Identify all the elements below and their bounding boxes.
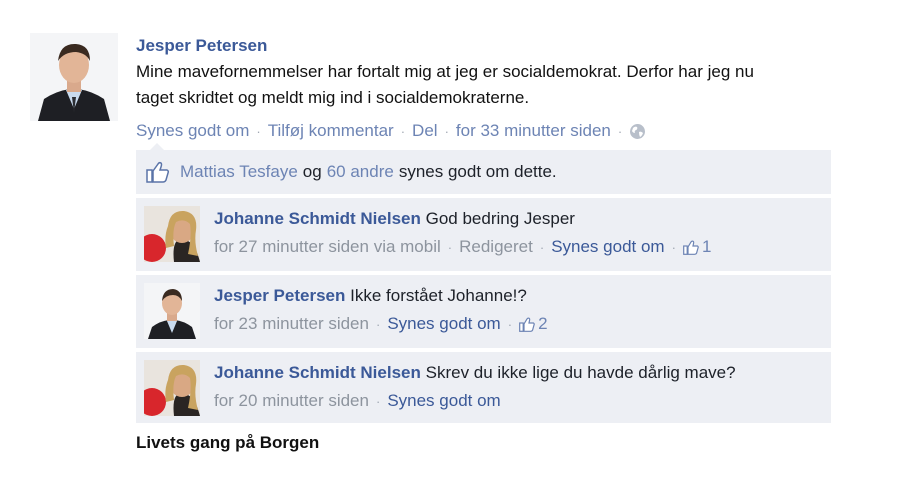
liker-name-link[interactable]: Mattias Tesfaye <box>180 162 298 182</box>
comment-author-avatar[interactable] <box>144 206 200 262</box>
like-count-number: 2 <box>538 314 548 333</box>
comment-like-count[interactable]: 1 <box>683 237 711 257</box>
thumbs-up-icon <box>519 317 535 332</box>
separator-dot: · <box>617 123 623 139</box>
comment-meta: for 27 minutter siden via mobil · Redige… <box>214 237 711 257</box>
comment-meta: for 23 minutter siden · Synes godt om · … <box>214 314 548 334</box>
comment-author-avatar[interactable] <box>144 360 200 416</box>
likes-and-text: og <box>302 162 322 181</box>
post-timestamp[interactable]: for 33 minutter siden <box>456 121 611 141</box>
comment-timestamp[interactable]: for 23 minutter siden <box>214 314 369 334</box>
post-author-avatar[interactable] <box>30 33 118 121</box>
separator-dot: · <box>539 239 545 255</box>
thumbs-up-icon <box>683 240 699 255</box>
comment-text: Jesper Petersen Ikke forstået Johanne!? <box>214 285 527 307</box>
post-actions: Synes godt om · Tilføj kommentar · Del ·… <box>136 119 856 143</box>
separator-dot: · <box>256 123 261 139</box>
separator-dot: · <box>507 316 513 332</box>
comment-like-link[interactable]: Synes godt om <box>551 237 664 257</box>
comment-like-link[interactable]: Synes godt om <box>387 314 500 334</box>
comment-author-avatar[interactable] <box>144 283 200 339</box>
post-share-link[interactable]: Del <box>412 121 438 141</box>
comment-body: Skrev du ikke lige du havde dårlig mave? <box>425 363 736 382</box>
comment-body: Ikke forstået Johanne!? <box>350 286 527 305</box>
comment-edited-label[interactable]: Redigeret <box>459 237 533 257</box>
comment-author-name[interactable]: Johanne Schmidt Nielsen <box>214 363 421 382</box>
likes-others-link[interactable]: 60 andre <box>327 162 394 182</box>
separator-dot: · <box>375 316 381 332</box>
comment-text: Johanne Schmidt Nielsen God bedring Jesp… <box>214 208 575 230</box>
separator-dot: · <box>375 393 381 409</box>
comment-item: Jesper Petersen Ikke forstået Johanne!? … <box>136 275 831 348</box>
comment-meta: for 20 minutter siden · Synes godt om <box>214 391 501 411</box>
comment-like-count[interactable]: 2 <box>519 314 548 334</box>
post-text-line-2: taget skridtet og meldt mig ind i social… <box>136 88 530 107</box>
comment-item: Johanne Schmidt Nielsen Skrev du ikke li… <box>136 352 831 423</box>
likes-summary: Mattias Tesfaye og 60 andre synes godt o… <box>136 150 831 194</box>
separator-dot: · <box>400 123 406 139</box>
comment-timestamp[interactable]: for 20 minutter siden <box>214 391 369 411</box>
globe-icon[interactable] <box>629 123 646 140</box>
comment-item: Johanne Schmidt Nielsen God bedring Jesp… <box>136 198 831 271</box>
comment-text: Johanne Schmidt Nielsen Skrev du ikke li… <box>214 362 736 384</box>
separator-dot: · <box>444 123 449 139</box>
post-comment-link[interactable]: Tilføj kommentar <box>268 121 394 141</box>
image-caption: Livets gang på Borgen <box>136 433 320 452</box>
likes-suffix-text: synes godt om dette. <box>398 162 557 181</box>
comments-notch <box>150 143 164 150</box>
separator-dot: · <box>447 239 453 255</box>
comment-body: God bedring Jesper <box>425 209 575 228</box>
post-text: Mine mavefornemmelser har fortalt mig at… <box>136 59 856 111</box>
thumbs-up-icon <box>146 161 170 183</box>
post-like-link[interactable]: Synes godt om <box>136 121 249 141</box>
comment-like-link[interactable]: Synes godt om <box>387 391 500 411</box>
comment-author-name[interactable]: Johanne Schmidt Nielsen <box>214 209 421 228</box>
post-author-name[interactable]: Jesper Petersen <box>136 36 856 56</box>
separator-dot: · <box>671 239 676 255</box>
comment-timestamp[interactable]: for 27 minutter siden via mobil <box>214 237 441 257</box>
post-text-line-1: Mine mavefornemmelser har fortalt mig at… <box>136 62 754 81</box>
like-count-number: 1 <box>701 237 712 256</box>
comment-author-name[interactable]: Jesper Petersen <box>214 286 345 305</box>
